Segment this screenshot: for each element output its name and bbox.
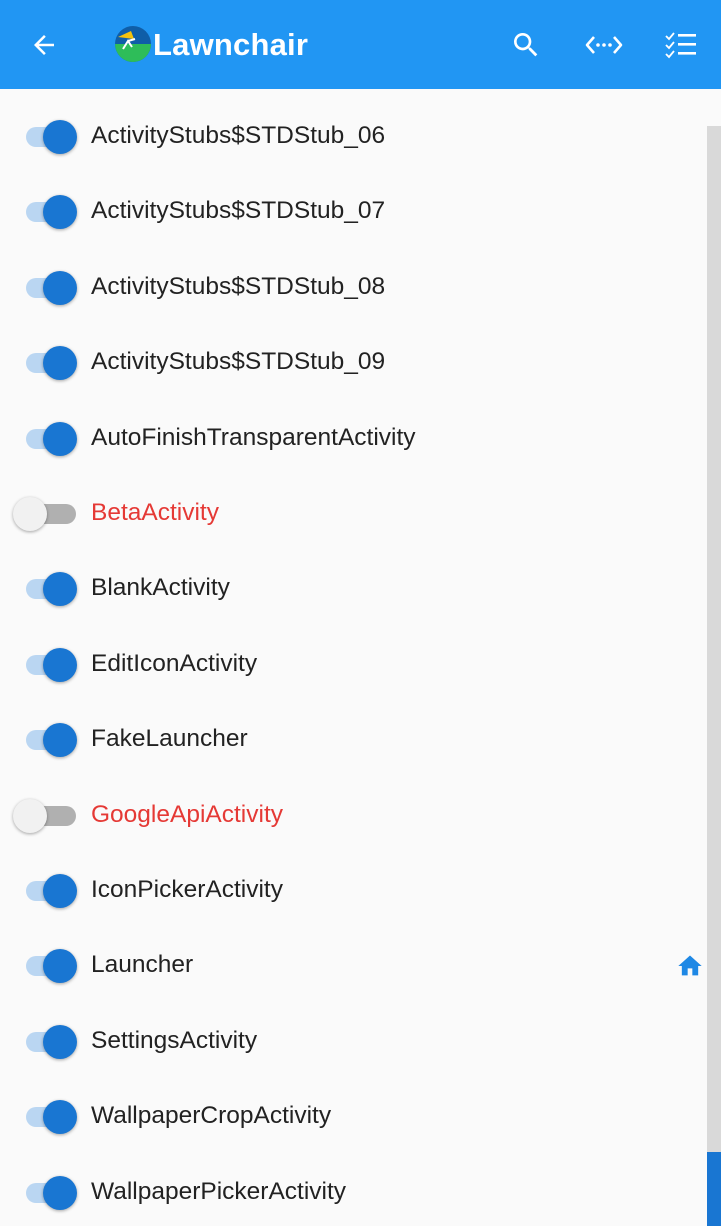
list-item[interactable]: ActivityStubs$STDStub_07 (0, 174, 707, 249)
activity-list: ActivityStubs$STDStub_06 ActivityStubs$S… (0, 89, 707, 1226)
app-title: Lawnchair (153, 27, 309, 62)
arrow-back-icon (34, 35, 54, 55)
list-item[interactable]: IconPickerActivity (0, 853, 707, 928)
activity-label: GoogleApiActivity (91, 801, 284, 828)
list-item[interactable]: BetaActivity (0, 476, 707, 551)
app-bar: Lawnchair (0, 0, 721, 89)
back-button[interactable] (20, 22, 68, 68)
home-icon (678, 955, 702, 976)
list-item[interactable]: ActivityStubs$STDStub_09 (0, 325, 707, 400)
activity-label: SettingsActivity (91, 1027, 258, 1054)
list-item[interactable]: BlankActivity (0, 551, 707, 626)
activity-label: WallpaperPickerActivity (91, 1178, 347, 1205)
code-icon (585, 36, 623, 54)
list-item[interactable]: WallpaperPickerActivity (0, 1155, 707, 1226)
activity-label: AutoFinishTransparentActivity (91, 424, 416, 451)
list-item[interactable]: ActivityStubs$STDStub_06 (0, 99, 707, 174)
list-item[interactable]: GoogleApiActivity (0, 778, 707, 853)
checklist-icon (665, 32, 696, 59)
toggle-switch[interactable] (13, 192, 79, 232)
toggle-switch[interactable] (13, 494, 79, 534)
activity-label: BlankActivity (91, 574, 230, 601)
activity-label: ActivityStubs$STDStub_06 (91, 122, 386, 149)
toggle-switch[interactable] (13, 419, 79, 459)
toggle-switch[interactable] (13, 569, 79, 609)
checklist-button[interactable] (657, 22, 705, 68)
lawnchair-logo-icon (115, 26, 151, 62)
toggle-switch[interactable] (13, 1097, 79, 1137)
search-button[interactable] (502, 22, 550, 68)
search-icon (514, 33, 538, 57)
toggle-switch[interactable] (13, 871, 79, 911)
toggle-switch[interactable] (13, 1173, 79, 1213)
list-item[interactable]: EditIconActivity (0, 627, 707, 702)
activity-label: BetaActivity (91, 499, 219, 526)
activity-label: IconPickerActivity (91, 876, 283, 903)
activity-label: EditIconActivity (91, 650, 258, 677)
list-item[interactable]: WallpaperCropActivity (0, 1079, 707, 1154)
toggle-switch[interactable] (13, 1022, 79, 1062)
code-view-button[interactable] (580, 22, 628, 68)
activity-label: ActivityStubs$STDStub_07 (91, 197, 386, 224)
toggle-switch[interactable] (13, 343, 79, 383)
toggle-switch[interactable] (13, 117, 79, 157)
toggle-switch[interactable] (13, 645, 79, 685)
scrollbar-track[interactable] (707, 126, 721, 1226)
activity-label: FakeLauncher (91, 725, 248, 752)
activity-label: Launcher (91, 951, 194, 978)
list-item[interactable]: Launcher (0, 928, 707, 1003)
toggle-switch[interactable] (13, 720, 79, 760)
activity-label: ActivityStubs$STDStub_09 (91, 348, 386, 375)
list-item[interactable]: AutoFinishTransparentActivity (0, 401, 707, 476)
scrollbar-thumb[interactable] (707, 1152, 721, 1226)
toggle-switch[interactable] (13, 268, 79, 308)
toggle-switch[interactable] (13, 946, 79, 986)
activity-label: ActivityStubs$STDStub_08 (91, 273, 386, 300)
list-item[interactable]: ActivityStubs$STDStub_08 (0, 250, 707, 325)
activity-label: WallpaperCropActivity (91, 1102, 332, 1129)
list-item[interactable]: SettingsActivity (0, 1004, 707, 1079)
list-item[interactable]: FakeLauncher (0, 702, 707, 777)
toggle-switch[interactable] (13, 796, 79, 836)
